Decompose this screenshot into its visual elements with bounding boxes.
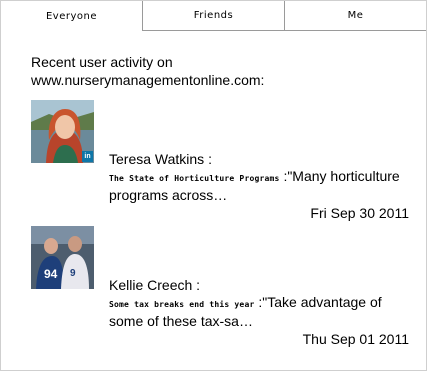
avatar-photo: 94 9 <box>31 226 94 289</box>
tab-bar: Everyone Friends Me <box>1 0 426 31</box>
post-title-link[interactable]: Some tax breaks end this year <box>109 300 254 309</box>
avatar[interactable]: in <box>31 100 94 163</box>
svg-text:9: 9 <box>70 268 76 279</box>
activity-date: Fri Sep 30 2011 <box>310 205 409 221</box>
user-name[interactable]: Teresa Watkins : <box>109 150 409 168</box>
activity-text: Teresa Watkins : The State of Horticultu… <box>109 150 409 222</box>
post-title-link[interactable]: The State of Horticulture Programs <box>109 174 280 183</box>
activity-widget: Everyone Friends Me Recent user activity… <box>0 0 427 371</box>
activity-item: 94 9 Kellie Creech : Some tax breaks end… <box>31 226 411 348</box>
activity-text: Kellie Creech : Some tax breaks end this… <box>109 276 409 348</box>
intro-text: Recent user activity on www.nurserymanag… <box>31 53 361 89</box>
activity-summary: The State of Horticulture Programs :"Man… <box>109 168 409 204</box>
svg-text:94: 94 <box>44 267 58 281</box>
activity-item: in Teresa Watkins : The State of Horticu… <box>31 100 411 222</box>
activity-date: Thu Sep 01 2011 <box>302 331 409 347</box>
user-name[interactable]: Kellie Creech : <box>109 276 409 294</box>
avatar[interactable]: 94 9 <box>31 226 94 289</box>
activity-summary: Some tax breaks end this year :"Take adv… <box>109 294 409 330</box>
intro-line-2: www.nurserymanagementonline.com: <box>31 72 265 88</box>
tab-everyone[interactable]: Everyone <box>1 1 142 31</box>
tab-friends[interactable]: Friends <box>142 1 284 31</box>
tab-me[interactable]: Me <box>284 1 426 31</box>
linkedin-icon[interactable]: in <box>82 151 93 162</box>
intro-line-1: Recent user activity on <box>31 54 173 70</box>
